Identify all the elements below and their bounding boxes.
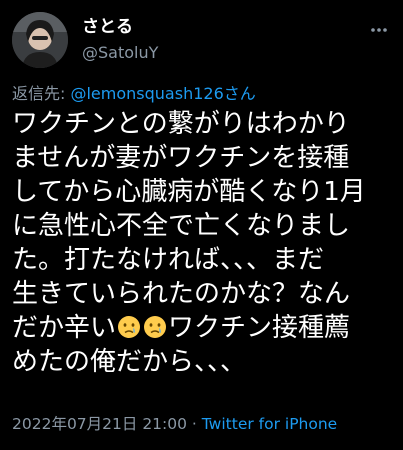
tweet-line: してから心臓病が酷くなり1月 [12, 177, 366, 207]
timestamp[interactable]: 2022年07月21日 21:00 [12, 415, 187, 433]
tweet-line: ませんが妻がワクチンを接種 [12, 143, 350, 173]
meta-separator: · [187, 415, 202, 433]
crying-face-emoji-icon [144, 316, 167, 338]
tweet-card: さとる @SatoluY 返信先: @lemonsquash126さん ワクチン… [0, 0, 403, 450]
avatar[interactable] [12, 12, 68, 68]
tweet-line-with-emoji: だか辛い ワクチン接種薦 [12, 311, 396, 345]
source-link[interactable]: Twitter for iPhone [202, 415, 337, 433]
reply-context: 返信先: @lemonsquash126さん [12, 83, 256, 105]
tweet-line: 生きていられたのかな？なん [12, 279, 351, 309]
reply-suffix: さん [223, 84, 256, 103]
tweet-header: さとる @SatoluY [12, 12, 391, 72]
avatar-image [12, 12, 68, 68]
reply-prefix: 返信先: [12, 84, 71, 103]
more-options-button[interactable] [367, 18, 391, 42]
display-name[interactable]: さとる [82, 16, 158, 38]
more-dots-icon [371, 28, 387, 32]
tweet-line: ワクチンとの繋がりはわかり [12, 109, 350, 139]
reply-mention-link[interactable]: @lemonsquash126 [70, 84, 223, 103]
tweet-line: た。打たなければ、、、まだ [12, 245, 325, 275]
crying-face-emoji-icon [118, 316, 141, 338]
tweet-line: めたの俺だから、、、 [12, 347, 247, 377]
tweet-meta: 2022年07月21日 21:00 · Twitter for iPhone [12, 413, 337, 435]
tweet-line: に急性心不全で亡くなりまし [12, 211, 351, 241]
author-names: さとる @SatoluY [82, 16, 158, 64]
tweet-text: ワクチンとの繋がりはわかり ませんが妻がワクチンを接種 してから心臓病が酷くなり… [12, 107, 396, 379]
user-handle[interactable]: @SatoluY [82, 42, 158, 64]
tweet-line-fragment: だか辛い [12, 313, 117, 343]
tweet-line-fragment: ワクチン接種薦 [168, 313, 351, 343]
